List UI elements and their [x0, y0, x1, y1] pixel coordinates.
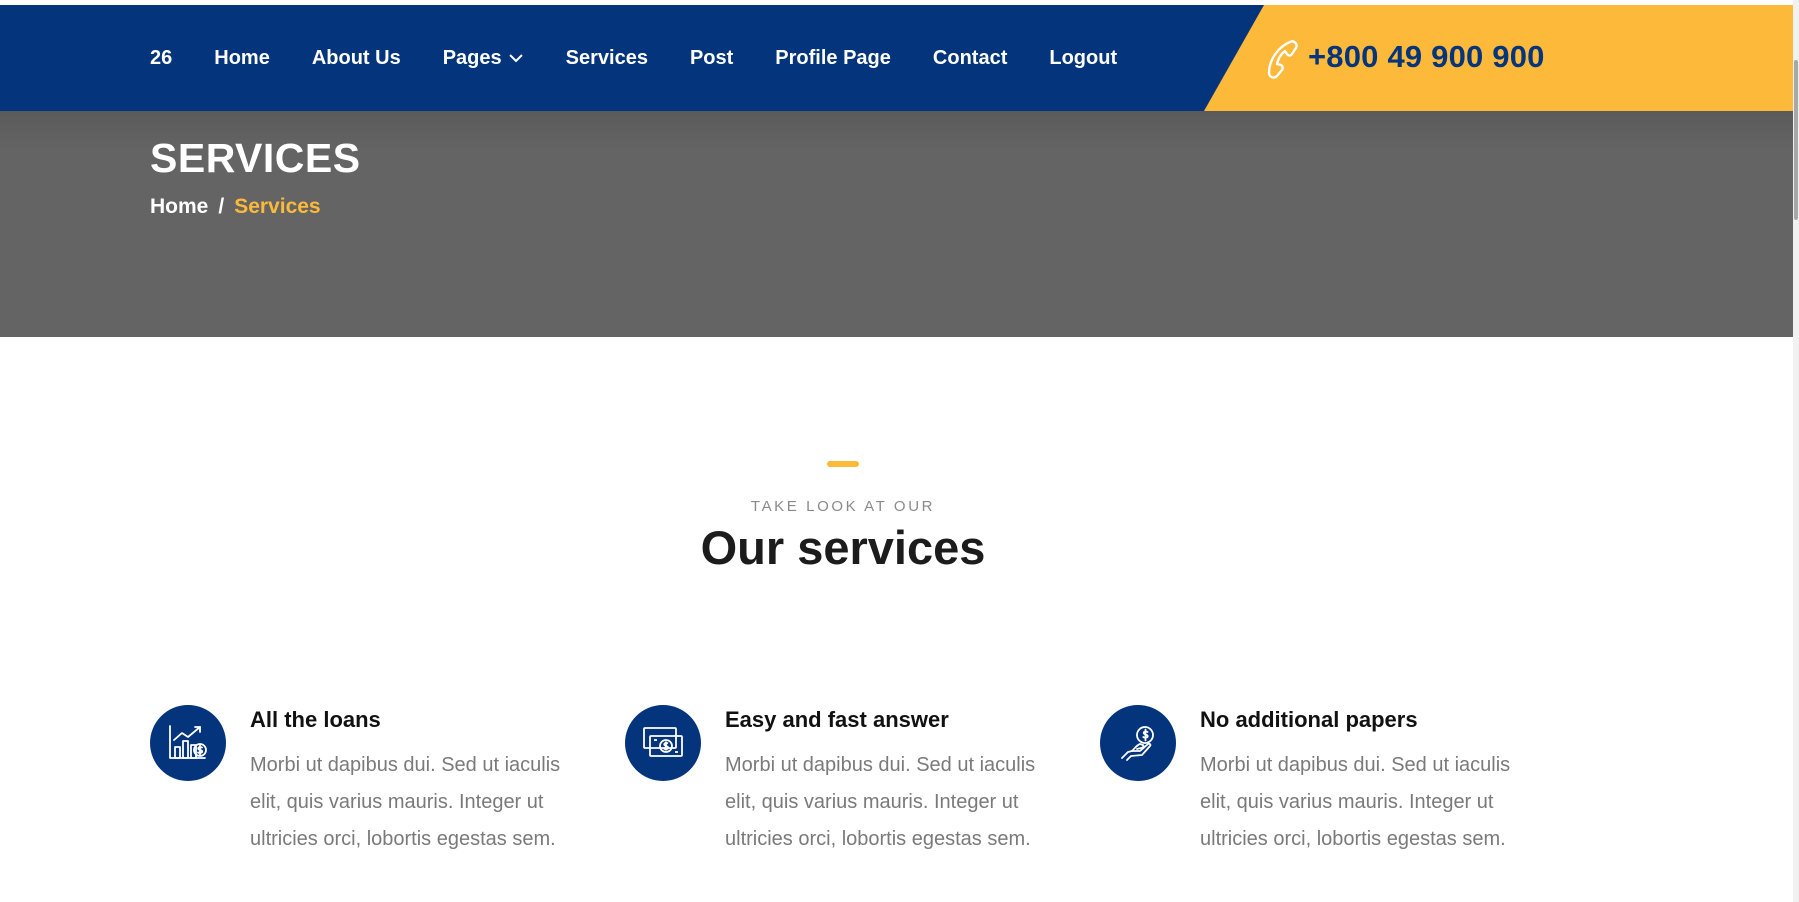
service-title: No additional papers [1200, 707, 1418, 732]
breadcrumb-home[interactable]: Home [150, 195, 208, 219]
service-text: Morbi ut dapibus dui. Sed ut iaculis eli… [250, 754, 561, 850]
nav-item-logout[interactable]: Logout [1049, 47, 1117, 70]
nav-item-post[interactable]: Post [690, 47, 733, 70]
service-text: Morbi ut dapibus dui. Sed ut iaculis eli… [725, 754, 1036, 850]
phone-icon [1267, 40, 1298, 79]
nav-item-contact[interactable]: Contact [933, 47, 1007, 70]
chart-growth-icon [169, 725, 207, 759]
service-icon-circle [1100, 705, 1176, 781]
nav-item-services[interactable]: Services [566, 47, 648, 70]
nav-item-profile[interactable]: Profile Page [775, 47, 891, 70]
page: 26 Home About Us Pages Services Post Pro… [0, 0, 1793, 902]
nav-item-about[interactable]: About Us [312, 47, 401, 70]
breadcrumb: Home / Services [150, 195, 321, 219]
page-scrollbar[interactable] [1793, 0, 1799, 902]
money-bill-icon [643, 727, 683, 757]
page-title: SERVICES [150, 135, 361, 181]
nav-item-pages-label: Pages [442, 46, 502, 69]
nav-item-pages[interactable]: Pages [443, 47, 524, 70]
service-title: All the loans [250, 707, 381, 732]
section-title: Our services [700, 521, 986, 574]
chevron-down-icon [508, 54, 523, 63]
service-icon-circle [625, 705, 701, 781]
breadcrumb-current: Services [234, 195, 321, 218]
hand-coin-icon [1121, 726, 1154, 761]
page-banner: SERVICES Home / Services [0, 111, 1793, 337]
nav-item-home[interactable]: Home [214, 47, 270, 70]
phone-number[interactable]: +800 49 900 900 [1308, 39, 1545, 75]
service-icon-circle [150, 705, 226, 781]
service-title: Easy and fast answer [725, 707, 949, 732]
section-kicker: TAKE LOOK AT OUR [750, 498, 936, 515]
scrollbar-thumb[interactable] [1794, 60, 1798, 220]
nav-item-26[interactable]: 26 [150, 47, 172, 70]
service-card-fast-answer: Easy and fast answer Morbi ut dapibus du… [625, 705, 1065, 865]
service-card-no-papers: No additional papers Morbi ut dapibus du… [1100, 705, 1540, 865]
section-accent-dash [827, 461, 859, 467]
service-text: Morbi ut dapibus dui. Sed ut iaculis eli… [1200, 754, 1511, 850]
breadcrumb-separator: / [218, 195, 225, 218]
service-card-loans: All the loans Morbi ut dapibus dui. Sed … [150, 705, 590, 865]
main-nav: 26 Home About Us Pages Services Post Pro… [150, 5, 1159, 111]
